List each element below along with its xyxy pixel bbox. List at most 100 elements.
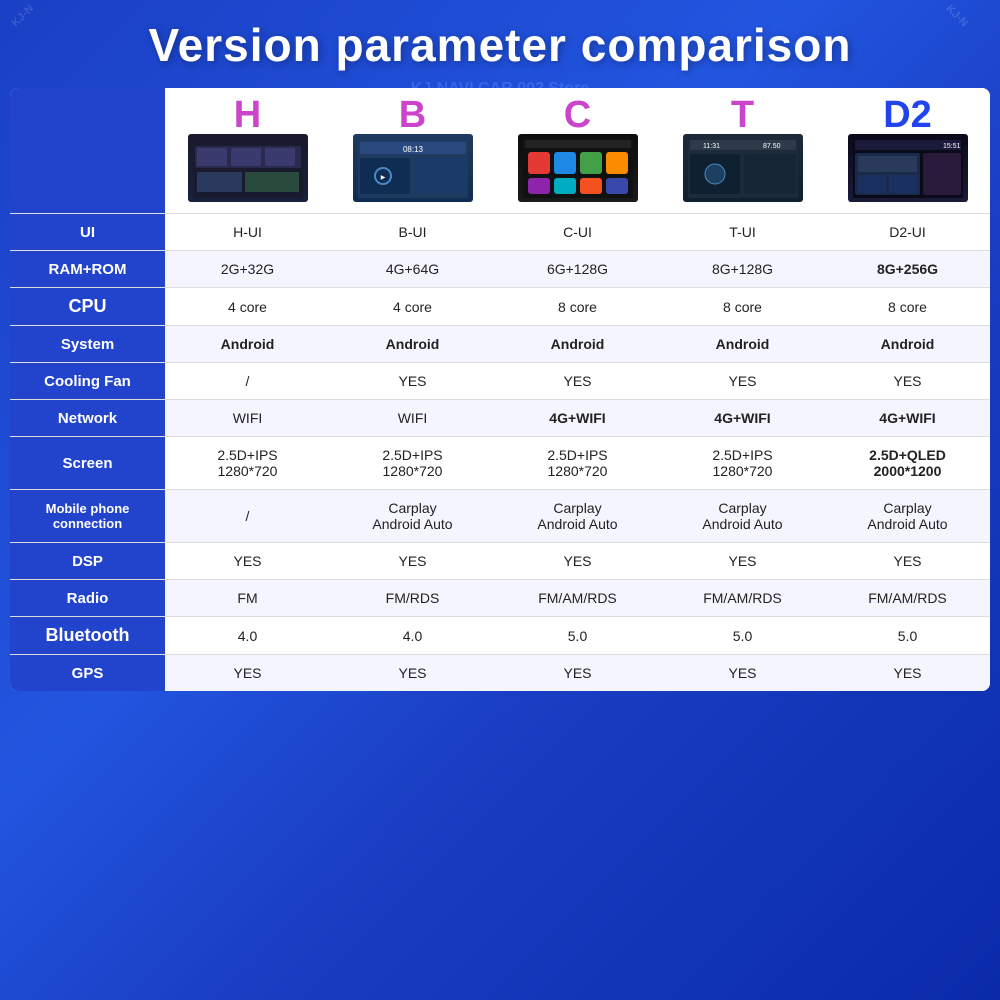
row-label-9: Radio: [10, 580, 165, 617]
cell-11-0: YES: [165, 655, 330, 692]
cell-9-4: FM/AM/RDS: [825, 580, 990, 617]
header-c: C: [495, 88, 660, 214]
version-d2-letter: D2: [829, 96, 986, 134]
table-row-7: Mobile phone connection/CarplayAndroid A…: [10, 490, 990, 543]
cell-1-1: 4G+64G: [330, 251, 495, 288]
row-label-5: Network: [10, 400, 165, 437]
version-t-letter: T: [664, 96, 821, 134]
cell-2-4: 8 core: [825, 288, 990, 326]
cell-1-2: 6G+128G: [495, 251, 660, 288]
cell-3-2: Android: [495, 326, 660, 363]
cell-10-3: 5.0: [660, 617, 825, 655]
svg-text:▶: ▶: [380, 175, 385, 181]
cell-11-2: YES: [495, 655, 660, 692]
cell-7-3: CarplayAndroid Auto: [660, 490, 825, 543]
cell-1-0: 2G+32G: [165, 251, 330, 288]
table-row-6: Screen2.5D+IPS1280*7202.5D+IPS1280*7202.…: [10, 437, 990, 490]
cell-6-2: 2.5D+IPS1280*720: [495, 437, 660, 490]
cell-6-0: 2.5D+IPS1280*720: [165, 437, 330, 490]
cell-8-0: YES: [165, 543, 330, 580]
table-row-3: SystemAndroidAndroidAndroidAndroidAndroi…: [10, 326, 990, 363]
cell-11-3: YES: [660, 655, 825, 692]
ui-image-c: [518, 134, 638, 202]
cell-5-2: 4G+WIFI: [495, 400, 660, 437]
cell-7-1: CarplayAndroid Auto: [330, 490, 495, 543]
svg-text:11:31: 11:31: [703, 143, 720, 150]
cell-0-2: C-UI: [495, 214, 660, 251]
cell-4-1: YES: [330, 363, 495, 400]
cell-4-0: /: [165, 363, 330, 400]
svg-text:08:13: 08:13: [402, 145, 423, 154]
table-row-9: RadioFMFM/RDSFM/AM/RDSFM/AM/RDSFM/AM/RDS: [10, 580, 990, 617]
cell-11-4: YES: [825, 655, 990, 692]
comparison-table-wrapper: H: [10, 88, 990, 691]
cell-3-3: Android: [660, 326, 825, 363]
cell-5-3: 4G+WIFI: [660, 400, 825, 437]
page-title: Version parameter comparison: [0, 0, 1000, 80]
cell-4-2: YES: [495, 363, 660, 400]
version-c-letter: C: [499, 96, 656, 134]
cell-1-4: 8G+256G: [825, 251, 990, 288]
row-label-6: Screen: [10, 437, 165, 490]
cell-8-1: YES: [330, 543, 495, 580]
header-label-cell: [10, 88, 165, 214]
row-label-11: GPS: [10, 655, 165, 692]
cell-10-2: 5.0: [495, 617, 660, 655]
cell-2-2: 8 core: [495, 288, 660, 326]
cell-1-3: 8G+128G: [660, 251, 825, 288]
version-h-letter: H: [169, 96, 326, 134]
cell-0-1: B-UI: [330, 214, 495, 251]
table-row-1: RAM+ROM2G+32G4G+64G6G+128G8G+128G8G+256G: [10, 251, 990, 288]
row-label-7: Mobile phone connection: [10, 490, 165, 543]
cell-11-1: YES: [330, 655, 495, 692]
cell-8-2: YES: [495, 543, 660, 580]
table-row-0: UIH-UIB-UIC-UIT-UID2-UI: [10, 214, 990, 251]
cell-3-1: Android: [330, 326, 495, 363]
ui-image-d2: 15:51: [848, 134, 968, 202]
row-label-0: UI: [10, 214, 165, 251]
cell-10-4: 5.0: [825, 617, 990, 655]
svg-text:87.50: 87.50: [763, 143, 781, 150]
cell-10-1: 4.0: [330, 617, 495, 655]
cell-0-4: D2-UI: [825, 214, 990, 251]
comparison-table: H: [10, 88, 990, 691]
cell-9-0: FM: [165, 580, 330, 617]
table-row-11: GPSYESYESYESYESYES: [10, 655, 990, 692]
header-t: T 11:31 87.50: [660, 88, 825, 214]
cell-2-3: 8 core: [660, 288, 825, 326]
cell-9-1: FM/RDS: [330, 580, 495, 617]
ui-image-h: [188, 134, 308, 202]
row-label-1: RAM+ROM: [10, 251, 165, 288]
cell-7-0: /: [165, 490, 330, 543]
row-label-3: System: [10, 326, 165, 363]
cell-5-1: WIFI: [330, 400, 495, 437]
cell-8-3: YES: [660, 543, 825, 580]
cell-9-2: FM/AM/RDS: [495, 580, 660, 617]
header-h: H: [165, 88, 330, 214]
cell-10-0: 4.0: [165, 617, 330, 655]
cell-0-3: T-UI: [660, 214, 825, 251]
header-b: B 08:13 ▶: [330, 88, 495, 214]
cell-2-0: 4 core: [165, 288, 330, 326]
version-b-letter: B: [334, 96, 491, 134]
cell-0-0: H-UI: [165, 214, 330, 251]
cell-4-3: YES: [660, 363, 825, 400]
cell-5-4: 4G+WIFI: [825, 400, 990, 437]
row-label-8: DSP: [10, 543, 165, 580]
header-row: H: [10, 88, 990, 214]
cell-3-0: Android: [165, 326, 330, 363]
cell-6-1: 2.5D+IPS1280*720: [330, 437, 495, 490]
cell-6-4: 2.5D+QLED2000*1200: [825, 437, 990, 490]
ui-image-t: 11:31 87.50: [683, 134, 803, 202]
row-label-2: CPU: [10, 288, 165, 326]
cell-6-3: 2.5D+IPS1280*720: [660, 437, 825, 490]
cell-7-4: CarplayAndroid Auto: [825, 490, 990, 543]
table-body: UIH-UIB-UIC-UIT-UID2-UIRAM+ROM2G+32G4G+6…: [10, 214, 990, 692]
ui-image-b: 08:13 ▶: [353, 134, 473, 202]
table-row-4: Cooling Fan/YESYESYESYES: [10, 363, 990, 400]
table-row-2: CPU4 core4 core8 core8 core8 core: [10, 288, 990, 326]
cell-3-4: Android: [825, 326, 990, 363]
svg-text:15:51: 15:51: [943, 143, 961, 150]
row-label-4: Cooling Fan: [10, 363, 165, 400]
cell-4-4: YES: [825, 363, 990, 400]
